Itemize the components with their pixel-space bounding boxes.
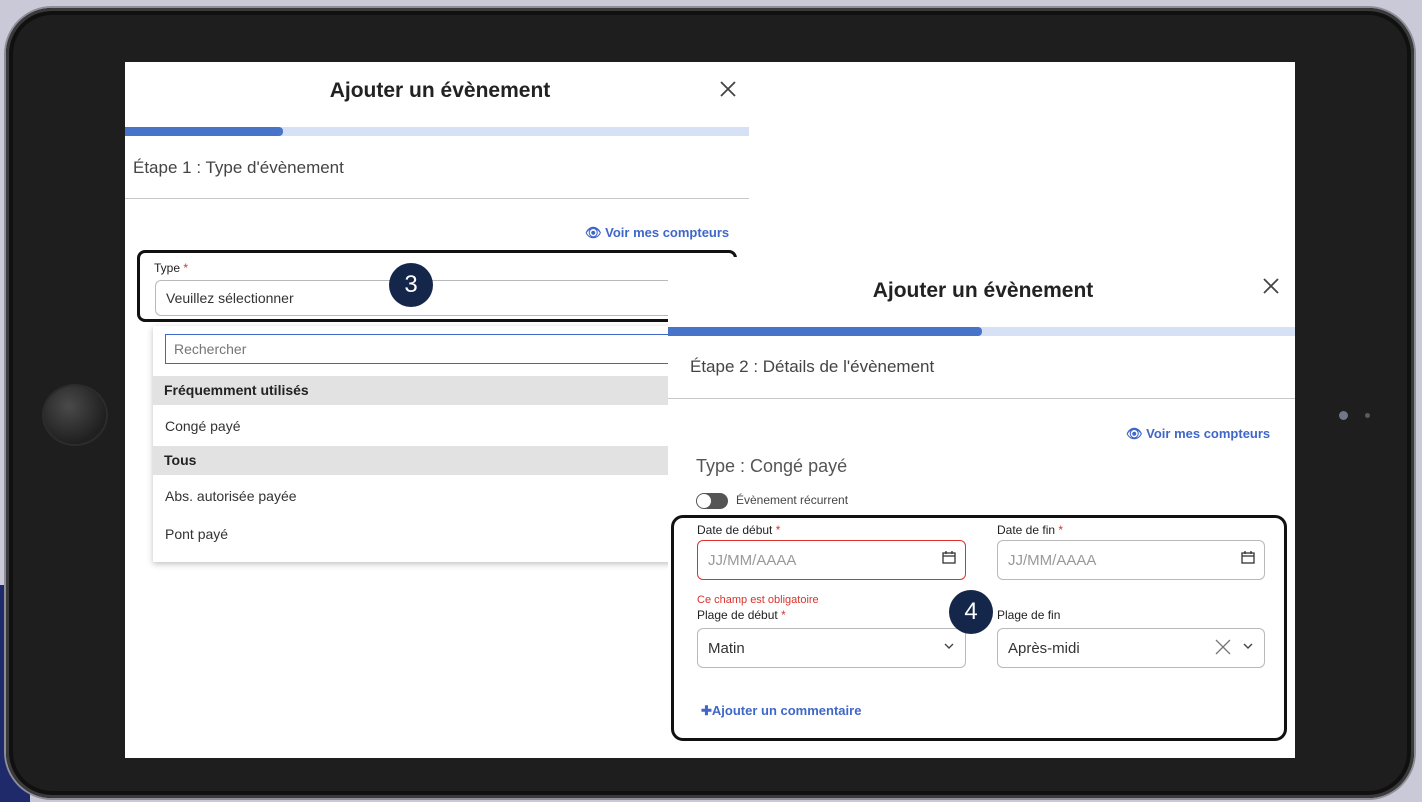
- add-comment-label: Ajouter un commentaire: [711, 703, 862, 718]
- end-range-label: Plage de fin: [997, 608, 1061, 622]
- end-date-placeholder: JJ/MM/AAAA: [1008, 552, 1097, 569]
- required-marker: *: [781, 608, 786, 622]
- panel-step-2: Ajouter un évènement Étape 2 : Détails d…: [668, 257, 1295, 758]
- camera-sensor: [1365, 413, 1370, 418]
- view-counters-label: Voir mes compteurs: [1146, 426, 1271, 441]
- type-label: Type *: [154, 261, 188, 275]
- eye-icon: 👁: [585, 225, 602, 240]
- required-marker: *: [775, 523, 781, 537]
- tablet-screen: Ajouter un évènement Étape 1 : Type d'év…: [125, 62, 1295, 758]
- home-button[interactable]: [44, 386, 106, 444]
- calendar-icon[interactable]: [942, 551, 956, 564]
- type-dropdown: Fréquemment utilisés Congé payé Tous Abs…: [153, 326, 685, 562]
- start-range-label: Plage de début *: [697, 608, 786, 622]
- chevron-down-icon: [1243, 643, 1253, 649]
- end-range-select[interactable]: Après-midi: [997, 628, 1265, 668]
- close-icon[interactable]: [1262, 271, 1280, 302]
- start-range-label-text: Plage de début: [697, 608, 778, 622]
- step-badge-4: 4: [949, 590, 993, 634]
- start-date-label-text: Date de début: [697, 523, 773, 537]
- start-range-value: Matin: [708, 640, 745, 657]
- step-badge-3: 3: [389, 263, 433, 307]
- view-counters-link[interactable]: 👁 Voir mes compteurs: [585, 225, 729, 241]
- end-date-label-text: Date de fin: [997, 523, 1056, 537]
- list-item[interactable]: Abs. autorisée payée: [165, 488, 297, 504]
- step-title: Étape 1 : Type d'évènement: [133, 158, 344, 177]
- dialog-title: Ajouter un évènement: [872, 279, 1094, 302]
- search-input[interactable]: [165, 334, 685, 364]
- end-date-input[interactable]: JJ/MM/AAAA: [997, 540, 1265, 580]
- start-date-label: Date de début *: [697, 523, 780, 537]
- group-header-all: Tous: [153, 446, 673, 475]
- view-counters-label: Voir mes compteurs: [605, 225, 730, 240]
- chevron-down-icon: [944, 643, 954, 649]
- start-date-input[interactable]: JJ/MM/AAAA: [697, 540, 966, 580]
- type-select[interactable]: Veuillez sélectionner: [155, 280, 715, 316]
- progress-fill: [125, 127, 283, 136]
- end-date-label: Date de fin *: [997, 523, 1063, 537]
- required-marker: *: [1058, 523, 1064, 537]
- add-comment-button[interactable]: ✚Ajouter un commentaire: [701, 703, 861, 719]
- eye-icon: 👁: [1126, 426, 1143, 441]
- close-icon[interactable]: [719, 74, 737, 105]
- camera-lens: [1339, 411, 1348, 420]
- plus-icon: ✚: [701, 703, 712, 718]
- divider: [668, 398, 1295, 399]
- group-header-frequent: Fréquemment utilisés: [153, 376, 673, 405]
- divider: [125, 198, 749, 199]
- required-marker: *: [183, 261, 189, 275]
- dialog-title: Ajouter un évènement: [329, 79, 551, 102]
- clear-icon[interactable]: [1214, 638, 1232, 656]
- recurring-label: Évènement récurrent: [736, 493, 849, 507]
- list-item[interactable]: Congé payé: [165, 418, 241, 434]
- start-date-placeholder: JJ/MM/AAAA: [708, 552, 797, 569]
- error-message: Ce champ est obligatoire: [697, 594, 819, 606]
- progress-fill: [668, 327, 982, 336]
- type-label-text: Type: [154, 261, 181, 275]
- start-range-select[interactable]: Matin: [697, 628, 966, 668]
- view-counters-link[interactable]: 👁 Voir mes compteurs: [1126, 426, 1270, 442]
- step-title: Étape 2 : Détails de l'évènement: [690, 357, 935, 376]
- list-item[interactable]: Pont payé: [165, 526, 228, 542]
- selected-type: Type : Congé payé: [696, 456, 848, 476]
- recurring-toggle[interactable]: [696, 493, 728, 509]
- toggle-knob: [697, 494, 711, 508]
- calendar-icon[interactable]: [1241, 551, 1255, 564]
- end-range-value: Après-midi: [1008, 640, 1080, 657]
